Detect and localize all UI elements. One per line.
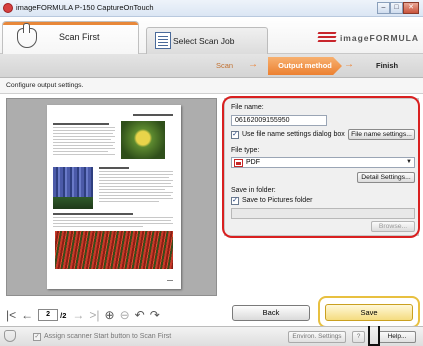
file-type-value: PDF <box>246 159 260 166</box>
help-button[interactable]: Help... <box>378 331 416 343</box>
back-button[interactable]: Back <box>232 305 310 321</box>
brand-logo: imageFORMULA <box>317 32 419 43</box>
file-type-label: File type: <box>231 147 260 154</box>
page-navigation: |< ← 2 /2 → >| ⊕ ⊖ ↶ ↷ <box>6 306 165 324</box>
rotate-right-icon[interactable]: ↷ <box>150 308 160 322</box>
header: Scan First Select Scan Job imageFORMULA <box>0 17 423 54</box>
brand-mark-icon <box>317 32 337 43</box>
prev-page-icon[interactable]: ← <box>21 308 33 322</box>
tab-select-scan-job-label: Select Scan Job <box>173 36 235 46</box>
preview-pane[interactable] <box>6 98 217 296</box>
scan-job-icon <box>155 32 171 49</box>
tab-select-scan-job[interactable]: Select Scan Job <box>146 27 268 54</box>
page-photo <box>121 121 165 159</box>
hand-touch-icon <box>17 23 37 48</box>
step-arrow-icon: → <box>344 59 354 70</box>
save-to-pictures-checkbox[interactable]: ✓ <box>231 197 239 205</box>
title-bar: imageFORMULA P-150 CaptureOnTouch – □ ✕ <box>0 0 423 17</box>
brand-text: imageFORMULA <box>339 32 419 43</box>
file-type-select[interactable]: PDF ▼ <box>231 157 415 168</box>
first-page-icon[interactable]: |< <box>6 308 16 322</box>
app-icon <box>3 3 13 13</box>
total-pages: /2 <box>60 310 67 320</box>
instruction-row: Configure output settings. <box>0 78 423 94</box>
use-dialog-checkbox[interactable]: ✓ <box>231 131 239 139</box>
maximize-button[interactable]: □ <box>390 2 403 14</box>
window-title: imageFORMULA P-150 CaptureOnTouch <box>16 3 154 12</box>
tab-scan-first[interactable]: Scan First <box>2 21 139 54</box>
file-name-label: File name: <box>231 104 264 111</box>
file-name-field[interactable]: 06162009155950 <box>231 115 327 126</box>
file-name-settings-button[interactable]: File name settings... <box>348 129 415 140</box>
step-output-method: Output method <box>268 57 342 75</box>
question-button[interactable]: ? <box>352 331 365 343</box>
window-controls: – □ ✕ <box>377 2 419 14</box>
detail-settings-button[interactable]: Detail Settings... <box>357 172 415 183</box>
last-page-icon[interactable]: >| <box>89 308 99 322</box>
folder-path-field[interactable] <box>231 208 415 219</box>
minimize-button[interactable]: – <box>377 2 390 14</box>
current-page-input[interactable]: 2 <box>38 309 59 321</box>
save-in-folder-label: Save in folder: <box>231 187 276 194</box>
assign-start-button-label: Assign scanner Start button to Scan Firs… <box>44 333 172 340</box>
assign-start-button-checkbox[interactable]: ✓ <box>33 333 41 341</box>
page-indicator: 2 /2 <box>38 309 66 321</box>
hand-touch-icon <box>4 330 16 342</box>
use-dialog-label: Use file name settings dialog box <box>242 131 345 138</box>
step-arrow-icon: → <box>248 59 258 70</box>
step-finish: Finish <box>376 61 399 70</box>
tab-scan-first-label: Scan First <box>59 32 100 42</box>
page-thumbnail <box>47 105 181 289</box>
instruction-text: Configure output settings. <box>6 82 84 89</box>
zoom-out-icon[interactable]: ⊖ <box>120 308 130 322</box>
save-to-pictures-label: Save to Pictures folder <box>242 197 313 204</box>
save-button[interactable]: Save <box>325 304 413 321</box>
pdf-icon <box>234 159 243 167</box>
step-scan: Scan <box>216 61 234 70</box>
rotate-left-icon[interactable]: ↶ <box>135 308 145 322</box>
browse-button[interactable]: Browse... <box>371 221 415 232</box>
status-bar: ✓ Assign scanner Start button to Scan Fi… <box>0 326 423 346</box>
page-photo <box>53 167 93 209</box>
environ-settings-button[interactable]: Environ. Settings <box>288 331 346 343</box>
close-button[interactable]: ✕ <box>403 2 419 14</box>
step-bar: Scan → Output method → Finish <box>0 54 423 78</box>
zoom-in-icon[interactable]: ⊕ <box>105 308 115 322</box>
output-settings-panel: File name: 06162009155950 ✓ Use file nam… <box>224 98 419 236</box>
next-page-icon[interactable]: → <box>72 308 84 322</box>
chevron-down-icon: ▼ <box>406 159 412 165</box>
page-photo <box>55 231 173 269</box>
